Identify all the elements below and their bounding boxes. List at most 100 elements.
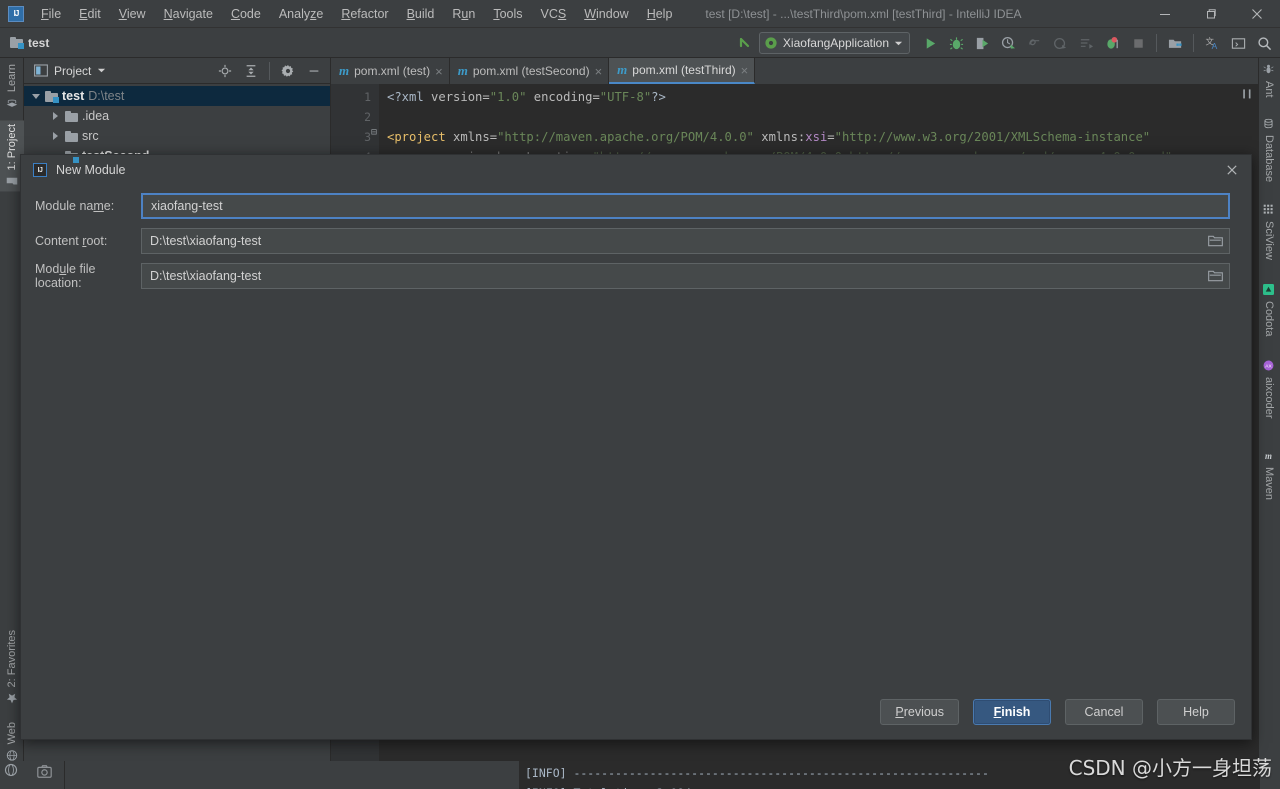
screenshot-camera-icon[interactable]	[36, 765, 52, 781]
maven-m-icon: m	[339, 63, 350, 78]
ant-icon	[1262, 64, 1276, 77]
run-dashboard-button[interactable]	[1074, 31, 1098, 55]
module-file-location-value: D:\test\xiaofang-test	[150, 269, 262, 283]
chevron-down-icon[interactable]	[97, 66, 106, 75]
finish-button[interactable]: Finish	[973, 699, 1051, 725]
sidebar-item-favorites-label: 2: Favorites	[6, 630, 18, 688]
chevron-down-icon	[894, 41, 903, 45]
collapse-all-button[interactable]	[239, 59, 263, 83]
menu-navigate[interactable]: Navigate	[155, 3, 222, 25]
menu-code[interactable]: Code	[222, 3, 270, 25]
settings-gear-button[interactable]	[276, 59, 300, 83]
code-line-3: <project xmlns="http://maven.apache.org/…	[387, 130, 1151, 144]
sidebar-item-sciview-label: SciView	[1263, 221, 1275, 260]
expand-toggle[interactable]	[30, 91, 41, 102]
run-configuration-selector[interactable]: XiaofangApplication	[758, 32, 910, 54]
run-icon	[926, 37, 935, 49]
maximize-button[interactable]	[1188, 0, 1234, 28]
editor-split-icon[interactable]: ❙❙	[1241, 87, 1253, 100]
close-icon	[1227, 165, 1237, 175]
help-button[interactable]: Help	[1157, 699, 1235, 725]
cancel-button[interactable]: Cancel	[1065, 699, 1143, 725]
sidebar-item-aixcoder[interactable]: AX aixcoder	[1258, 356, 1280, 423]
intellij-idea-logo: IJ	[8, 5, 24, 22]
locate-file-button[interactable]	[213, 59, 237, 83]
menu-file[interactable]: File	[32, 3, 70, 25]
rerun-button[interactable]	[1048, 31, 1072, 55]
expand-toggle[interactable]	[50, 111, 61, 122]
module-folder-icon	[10, 37, 24, 49]
folder-browse-icon[interactable]	[1208, 270, 1223, 282]
module-name-input[interactable]: xiaofang-test	[141, 193, 1230, 219]
sidebar-item-aixcoder-label: aixcoder	[1263, 377, 1275, 419]
translate-button[interactable]: 文 A	[1200, 31, 1224, 55]
sidebar-item-codota-label: Codota	[1263, 301, 1275, 337]
menu-analyze[interactable]: Analyze	[270, 3, 332, 25]
maven-m-icon: m	[617, 62, 628, 77]
sidebar-item-codota[interactable]: Codota	[1258, 280, 1280, 340]
expand-toggle[interactable]	[50, 131, 61, 142]
minimize-button[interactable]	[1142, 0, 1188, 28]
dialog-close-button[interactable]	[1219, 157, 1245, 183]
hide-panel-button[interactable]	[302, 59, 326, 83]
line-number: 3	[364, 130, 371, 144]
debug-button[interactable]	[944, 31, 968, 55]
run-with-coverage-button[interactable]	[970, 31, 994, 55]
tab-pom-test[interactable]: m pom.xml (test) ×	[331, 58, 450, 84]
search-everywhere-button[interactable]	[1252, 31, 1276, 55]
module-file-location-input[interactable]: D:\test\xiaofang-test	[141, 263, 1230, 289]
previous-button[interactable]: Previous	[880, 699, 959, 725]
terminal-button[interactable]	[1226, 31, 1250, 55]
tab-pom-testthird[interactable]: m pom.xml (testThird) ×	[609, 58, 756, 84]
tab-pom-testsecond[interactable]: m pom.xml (testSecond) ×	[450, 58, 610, 84]
close-icon[interactable]: ×	[741, 64, 749, 77]
code-line-1: <?xml version="1.0" encoding="UTF-8"?>	[387, 90, 666, 104]
close-icon[interactable]: ×	[595, 65, 603, 78]
event-log-icon[interactable]	[0, 761, 24, 780]
maven-icon: m	[1263, 450, 1276, 463]
menu-build[interactable]: Build	[398, 3, 444, 25]
back-arrow-button[interactable]	[733, 31, 757, 55]
menu-edit[interactable]: Edit	[70, 3, 110, 25]
debug-icon	[949, 36, 963, 50]
toolbar-separator	[1156, 34, 1157, 52]
profile-button[interactable]	[996, 31, 1020, 55]
watermark: CSDN @小方一身坦荡	[1068, 756, 1272, 780]
stop-button[interactable]	[1126, 31, 1150, 55]
close-icon[interactable]: ×	[435, 65, 443, 78]
tree-node-label: test	[62, 89, 85, 103]
tree-node-src[interactable]: src	[24, 126, 330, 146]
run-configuration-name: XiaofangApplication	[782, 36, 889, 50]
menu-run[interactable]: Run	[443, 3, 484, 25]
menu-vcs[interactable]: VCS	[532, 3, 576, 25]
tree-node-idea[interactable]: .idea	[24, 106, 330, 126]
close-button[interactable]	[1234, 0, 1280, 28]
content-root-label: Content root:	[35, 234, 108, 248]
tree-node-test[interactable]: test D:\test	[24, 86, 330, 106]
menu-window[interactable]: Window	[575, 3, 637, 25]
sidebar-item-sciview[interactable]: SciView	[1258, 200, 1280, 264]
code-fold-marker[interactable]: ⊟	[371, 127, 377, 138]
sidebar-item-database[interactable]: Database	[1258, 114, 1280, 186]
menu-help[interactable]: Help	[638, 3, 682, 25]
sidebar-item-maven[interactable]: m Maven	[1258, 446, 1280, 504]
menu-tools[interactable]: Tools	[484, 3, 531, 25]
back-arrow-icon	[739, 37, 750, 48]
content-root-input[interactable]: D:\test\xiaofang-test	[141, 228, 1230, 254]
breadcrumb[interactable]: test	[10, 36, 49, 50]
sidebar-item-ant[interactable]: Ant	[1258, 60, 1280, 102]
folder-icon	[65, 130, 78, 142]
menu-refactor[interactable]: Refactor	[332, 3, 397, 25]
sidebar-item-learn[interactable]: Learn	[0, 60, 24, 113]
project-folder-icon	[6, 174, 19, 187]
minimize-icon	[1160, 14, 1170, 15]
run-button[interactable]	[918, 31, 942, 55]
mute-breakpoints-button[interactable]	[1100, 31, 1124, 55]
attach-process-button[interactable]	[1022, 31, 1046, 55]
profile-icon	[1001, 36, 1015, 49]
folder-browse-icon[interactable]	[1208, 235, 1223, 247]
codota-icon	[1262, 284, 1276, 297]
attach-process-icon	[1028, 38, 1039, 45]
menu-view[interactable]: View	[110, 3, 155, 25]
project-structure-button[interactable]	[1163, 31, 1187, 55]
